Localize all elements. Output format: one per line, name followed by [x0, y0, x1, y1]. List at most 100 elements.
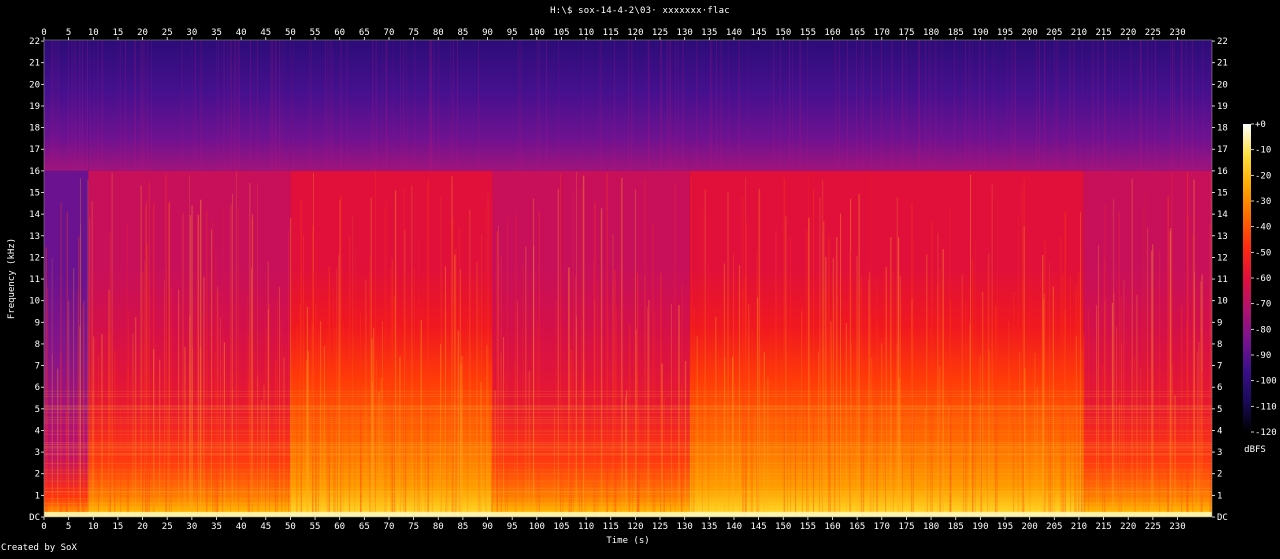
x-tick-label-top: 80: [433, 28, 444, 38]
y-tick-label-right: 12: [1217, 253, 1228, 263]
x-tick-label-bottom: 30: [186, 522, 197, 532]
x-tick-label-top: 195: [997, 28, 1013, 38]
x-tick-label-bottom: 40: [236, 522, 247, 532]
x-tick-label-bottom: 200: [1022, 522, 1038, 532]
y-tick-label-left: DC: [29, 513, 40, 523]
y-tick-label-left: 13: [29, 232, 40, 242]
spectrogram-high-band: [492, 40, 690, 171]
x-tick-label-bottom: 150: [775, 522, 791, 532]
x-tick-label-top: 30: [186, 28, 197, 38]
x-tick-label-top: 165: [849, 28, 865, 38]
colorbar-tick-label: -70: [1255, 300, 1271, 310]
x-tick-label-top: 200: [1022, 28, 1038, 38]
x-tick-label-top: 5: [66, 28, 71, 38]
x-tick-label-top: 190: [972, 28, 988, 38]
spectrogram-high-band: [88, 40, 291, 171]
x-tick-label-bottom: 140: [726, 522, 742, 532]
x-tick-label-top: 125: [652, 28, 668, 38]
x-tick-label-bottom: 65: [359, 522, 370, 532]
colorbar-tick-label: -20: [1255, 171, 1271, 181]
x-tick-label-bottom: 120: [627, 522, 643, 532]
x-tick-label-top: 205: [1046, 28, 1062, 38]
y-tick-label-right: 5: [1217, 405, 1222, 415]
x-tick-label-top: 185: [948, 28, 964, 38]
y-tick-label-right: 11: [1217, 275, 1228, 285]
x-tick-label-top: 40: [236, 28, 247, 38]
spectrogram-high-band: [290, 40, 493, 171]
y-tick-label-right: 21: [1217, 59, 1228, 69]
x-tick-label-top: 10: [88, 28, 99, 38]
x-tick-label-top: 25: [162, 28, 173, 38]
x-tick-label-bottom: 25: [162, 522, 173, 532]
x-tick-label-top: 0: [41, 28, 46, 38]
y-tick-label-right: 8: [1217, 340, 1222, 350]
x-tick-label-bottom: 20: [137, 522, 148, 532]
colorbar: [1243, 124, 1251, 432]
x-tick-label-top: 175: [898, 28, 914, 38]
y-tick-label-right: 7: [1217, 362, 1222, 372]
y-tick-label-left: 6: [35, 383, 40, 393]
x-tick-label-bottom: 70: [384, 522, 395, 532]
colorbar-tick-label: +0: [1255, 120, 1266, 130]
x-tick-label-bottom: 145: [750, 522, 766, 532]
x-tick-label-bottom: 0: [41, 522, 46, 532]
y-tick-label-right: 16: [1217, 167, 1228, 177]
y-tick-label-left: 7: [35, 362, 40, 372]
y-tick-label-left: 8: [35, 340, 40, 350]
y-tick-label-right: 2: [1217, 470, 1222, 480]
y-tick-label-right: 1: [1217, 491, 1222, 501]
x-tick-label-bottom: 160: [824, 522, 840, 532]
x-tick-label-top: 60: [334, 28, 345, 38]
x-tick-label-top: 50: [285, 28, 296, 38]
x-tick-label-bottom: 95: [507, 522, 518, 532]
y-tick-label-left: 18: [29, 124, 40, 134]
y-tick-label-left: 9: [35, 318, 40, 328]
y-tick-label-left: 10: [29, 297, 40, 307]
x-tick-label-bottom: 210: [1071, 522, 1087, 532]
y-tick-label-left: 5: [35, 405, 40, 415]
colorbar-tick-label: -60: [1255, 274, 1271, 284]
x-tick-label-top: 70: [384, 28, 395, 38]
x-tick-label-bottom: 215: [1095, 522, 1111, 532]
x-tick-label-bottom: 185: [948, 522, 964, 532]
x-tick-label-top: 35: [211, 28, 222, 38]
x-tick-label-top: 130: [677, 28, 693, 38]
x-tick-label-bottom: 50: [285, 522, 296, 532]
x-tick-label-top: 55: [310, 28, 321, 38]
y-tick-label-right: 17: [1217, 145, 1228, 155]
colorbar-tick-label: -50: [1255, 248, 1271, 258]
y-tick-label-left: 1: [35, 491, 40, 501]
y-tick-label-right: 20: [1217, 80, 1228, 90]
colorbar-tick-label: -40: [1255, 223, 1271, 233]
x-tick-label-top: 20: [137, 28, 148, 38]
colorbar-tick-label: -90: [1255, 351, 1271, 361]
y-tick-label-left: 14: [29, 210, 40, 220]
x-tick-label-bottom: 45: [260, 522, 271, 532]
x-tick-label-top: 95: [507, 28, 518, 38]
x-tick-label-bottom: 110: [578, 522, 594, 532]
colorbar-tick-label: -10: [1255, 146, 1271, 156]
x-tick-label-top: 105: [553, 28, 569, 38]
spectrogram-section: [492, 170, 690, 517]
x-tick-label-top: 135: [701, 28, 717, 38]
x-tick-label-bottom: 80: [433, 522, 444, 532]
x-tick-label-top: 155: [800, 28, 816, 38]
x-tick-label-bottom: 15: [113, 522, 124, 532]
x-tick-label-bottom: 85: [457, 522, 468, 532]
colorbar-tick-label: -110: [1255, 402, 1277, 412]
x-tick-label-bottom: 10: [88, 522, 99, 532]
x-tick-label-top: 45: [260, 28, 271, 38]
x-tick-label-top: 120: [627, 28, 643, 38]
y-tick-label-right: 4: [1217, 426, 1222, 436]
spectrogram-chart: 0 0 5 5 10 10 15 15 20 20 25 25 30 30 35 35 40 40 45 45 50 50…: [0, 0, 1280, 555]
y-tick-label-left: 4: [35, 426, 40, 436]
x-tick-label-bottom: 90: [482, 522, 493, 532]
y-tick-label-left: 12: [29, 253, 40, 263]
x-tick-label-top: 215: [1095, 28, 1111, 38]
x-tick-label-bottom: 75: [408, 522, 419, 532]
y-axis-label: Frequency (kHz): [7, 238, 17, 319]
y-tick-label-left: 15: [29, 189, 40, 199]
x-tick-label-top: 115: [603, 28, 619, 38]
x-tick-label-top: 100: [529, 28, 545, 38]
x-tick-label-bottom: 175: [898, 522, 914, 532]
